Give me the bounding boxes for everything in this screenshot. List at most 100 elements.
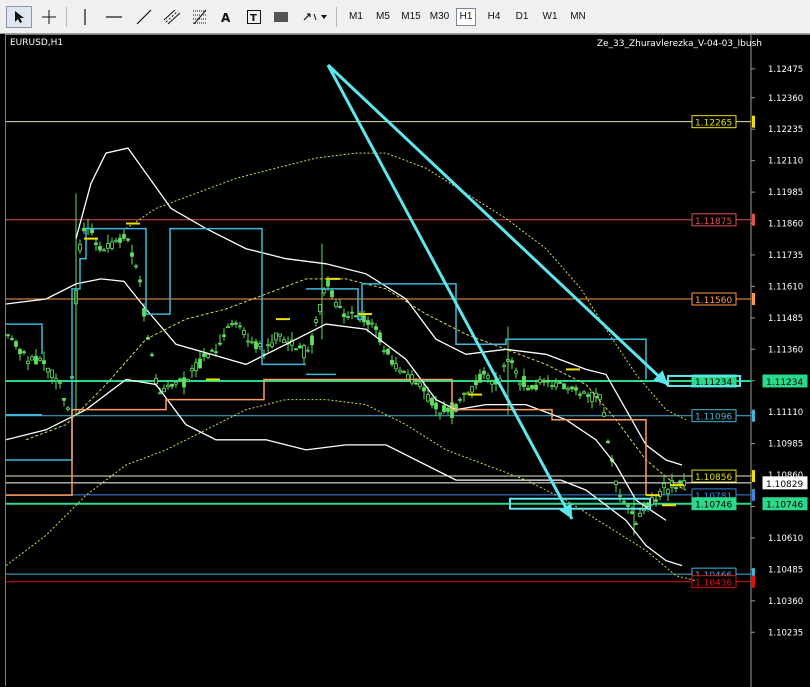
candle-body (54, 378, 58, 382)
timeframe-mn[interactable]: MN (567, 8, 589, 26)
forecast-arrow-down (326, 64, 574, 520)
candle-body (78, 244, 82, 251)
candle-body (214, 351, 218, 354)
arrows-tool[interactable] (300, 6, 330, 28)
candle-body (22, 351, 26, 354)
timeframe-m30[interactable]: M30 (427, 8, 452, 26)
candle-body (514, 370, 518, 374)
level-label-1.11560: 1.11560 (695, 296, 732, 306)
timeframe-m5[interactable]: M5 (372, 8, 394, 26)
cursor-icon (15, 11, 24, 23)
candle-body (230, 323, 234, 325)
vertical-line-tool[interactable] (74, 6, 96, 28)
scale-tick-label: 1.10985 (768, 440, 803, 450)
candle-body (590, 391, 594, 402)
candle-body (194, 362, 198, 372)
candle-body (94, 242, 98, 245)
scale-tick-label: 1.10610 (768, 534, 803, 544)
candle-body (446, 407, 450, 412)
level-label-1.10829: 1.10829 (766, 480, 803, 490)
trendline-tool[interactable] (132, 6, 156, 28)
candle-body (546, 379, 550, 383)
candle-body (306, 349, 310, 352)
equidistant-channel-tool[interactable] (160, 6, 184, 28)
timeframe-d1[interactable]: D1 (511, 8, 533, 26)
candle-body (366, 320, 370, 325)
candle-body (190, 368, 194, 372)
candle-body (222, 334, 226, 337)
svg-text:T: T (250, 13, 257, 24)
candle-body (322, 289, 326, 294)
scale-tick-label: 1.11110 (768, 408, 803, 418)
equidistant-channel-icon (163, 9, 181, 25)
candle-body (178, 378, 182, 381)
timeframe-h1[interactable]: H1 (456, 8, 476, 26)
timeframe-m1[interactable]: M1 (345, 8, 367, 26)
candle-body (418, 382, 422, 387)
candle-body (622, 500, 626, 503)
candle-body (310, 335, 314, 346)
scale-tick-label: 1.12475 (768, 65, 803, 75)
candle-body (298, 345, 302, 349)
timeframe-m15[interactable]: M15 (399, 8, 423, 26)
candle-body (346, 316, 350, 318)
candle-body (674, 487, 678, 489)
candle-body (182, 377, 186, 388)
candle-body (386, 348, 390, 355)
level-label-1.12265: 1.12265 (695, 119, 732, 129)
candle-body (442, 405, 446, 412)
candle-body (6, 334, 10, 336)
timeframe-w1[interactable]: W1 (539, 8, 561, 26)
candle-body (634, 523, 638, 526)
chart-window[interactable]: 1.12475 1.12360 1.12235 1.12110 1.11985 1.118… (5, 34, 810, 687)
cursor-tool[interactable] (6, 6, 32, 28)
level-scale-marker (752, 488, 755, 501)
candle-body (34, 355, 38, 365)
scale-tick-label: 1.11860 (768, 220, 803, 230)
text-tool[interactable]: A (216, 6, 236, 28)
candle-body (26, 360, 30, 365)
candle-body (602, 412, 606, 417)
timeframe-h4[interactable]: H4 (483, 8, 505, 26)
crosshair-tool[interactable] (36, 6, 62, 28)
candle-body (58, 381, 62, 384)
level-label-1.10856: 1.10856 (695, 473, 732, 483)
candle-body (350, 311, 354, 314)
candle-body (382, 350, 386, 353)
candle-body (330, 290, 334, 298)
candle-body (474, 380, 478, 386)
candle-body (490, 381, 494, 385)
candle-body (542, 379, 546, 383)
candle-body (294, 348, 298, 351)
level-label-1.10436: 1.10436 (695, 579, 732, 589)
text-label-tool[interactable]: T (244, 6, 264, 28)
candle-body (14, 341, 18, 347)
candle-body (206, 353, 210, 358)
candle-body (586, 394, 590, 397)
candle-body (266, 344, 270, 347)
candle-body (170, 383, 174, 387)
candle-body (438, 412, 442, 415)
candle-body (618, 495, 622, 497)
candle-body (354, 315, 358, 317)
text-icon: A (221, 11, 231, 23)
candle-body (578, 393, 582, 396)
candle-body (370, 322, 374, 325)
candle-body (302, 345, 306, 359)
scale-tick-label: 1.10360 (768, 597, 803, 607)
candle-body (630, 511, 634, 514)
scale-tick-label: 1.11610 (768, 282, 803, 292)
candle-body (166, 384, 170, 388)
candle-body (614, 480, 618, 485)
candle-body (334, 301, 338, 307)
candle-body (570, 386, 574, 390)
candle-body (150, 354, 154, 356)
horizontal-line-tool[interactable] (102, 6, 126, 28)
fibonacci-tool[interactable] (188, 6, 212, 28)
candle-body (458, 399, 462, 401)
rectangle-tool[interactable] (270, 6, 292, 28)
candle-body (606, 440, 610, 444)
trendline-icon (136, 9, 152, 25)
price-chart[interactable]: 1.12475 1.12360 1.12235 1.12110 1.11985 1.118… (6, 35, 810, 687)
candle-body (666, 489, 670, 495)
